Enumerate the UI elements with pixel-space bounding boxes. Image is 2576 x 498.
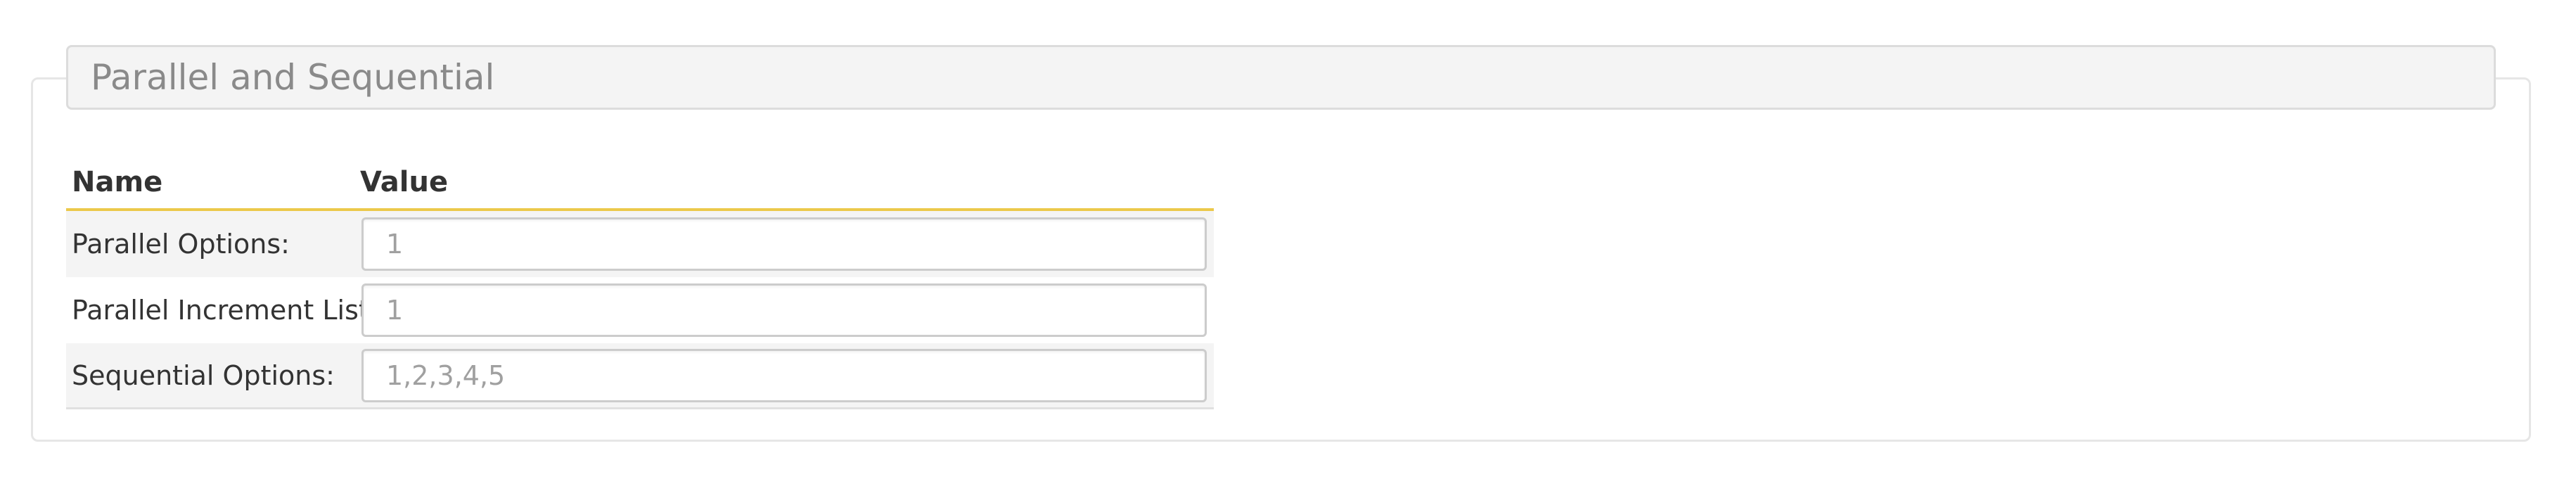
sequential-options-label: Sequential Options: <box>72 359 335 391</box>
parallel-increment-list-label: Parallel Increment List: <box>72 295 378 326</box>
column-header-name: Name <box>72 166 163 198</box>
column-header-value: Value <box>360 166 449 198</box>
section-legend: Parallel and Sequential <box>66 45 2496 110</box>
section-title: Parallel and Sequential <box>91 57 495 98</box>
parallel-increment-list-input[interactable] <box>361 283 1207 337</box>
sequential-options-input[interactable] <box>361 348 1207 402</box>
table-row-sequential-options: Sequential Options: <box>66 343 1214 409</box>
table-header: Name Value <box>66 156 1214 211</box>
sequential-options-cell <box>361 348 1207 402</box>
table-row-parallel-options: Parallel Options: <box>66 211 1214 277</box>
table-row-parallel-increment-list: Parallel Increment List: <box>66 277 1214 343</box>
parallel-options-input[interactable] <box>361 217 1207 271</box>
parallel-options-cell <box>361 217 1207 271</box>
options-table: Name Value Parallel Options: Parallel In… <box>66 156 1214 409</box>
parallel-options-label: Parallel Options: <box>72 229 290 260</box>
parallel-increment-list-cell <box>361 283 1207 337</box>
